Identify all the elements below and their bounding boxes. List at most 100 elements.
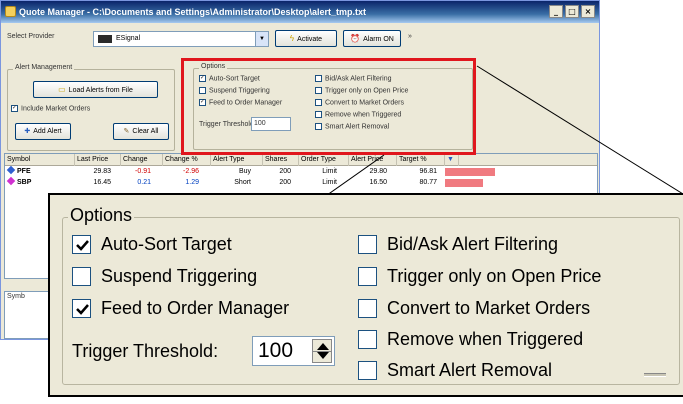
close-button[interactable]: × (581, 5, 595, 18)
options-zoom-panel: Options Auto-Sort Target Suspend Trigger… (48, 193, 683, 397)
suspend-triggering-label: Suspend Triggering (101, 266, 258, 286)
options-legend: Options (68, 205, 135, 225)
row-change-pct: 1.29 (185, 179, 199, 186)
load-alerts-label: Load Alerts from File (68, 87, 133, 94)
include-market-orders-label: Include Market Orders (21, 105, 91, 113)
target-bar (445, 168, 495, 176)
broom-icon: ✎ (123, 128, 130, 135)
spin-up-icon[interactable] (317, 343, 329, 350)
spinner-buttons[interactable] (312, 339, 332, 363)
col-header[interactable]: Symbol (5, 154, 75, 166)
auto-sort-target-checkbox[interactable]: Auto-Sort Target (72, 233, 232, 255)
window-title: Quote Manager - C:\Documents and Setting… (19, 7, 367, 17)
provider-select[interactable]: ESignal ▼ (93, 31, 269, 47)
smart-alert-removal-label: Smart Alert Removal (387, 360, 553, 380)
table-row[interactable]: PFE 29.83 -0.91 -2.96 Buy 200 Limit 29.8… (5, 165, 597, 177)
table-row[interactable]: SBP 16.45 0.21 1.29 Short 200 Limit 16.5… (5, 176, 597, 188)
provider-value: ESignal (116, 35, 141, 42)
feed-order-manager-label: Feed to Order Manager (101, 298, 290, 318)
remove-when-triggered-checkbox[interactable]: Remove when Triggered (358, 328, 583, 350)
clear-all-button[interactable]: ✎ Clear All (113, 123, 169, 140)
checkbox-box (358, 329, 377, 349)
col-header[interactable]: Change (121, 154, 163, 166)
row-shares: 200 (279, 179, 291, 186)
suspend-triggering-checkbox[interactable]: Suspend Triggering (72, 265, 257, 287)
lightning-icon: ϟ (289, 34, 295, 43)
select-provider-label: Select Provider (7, 33, 55, 40)
target-bar (445, 179, 483, 187)
row-order: Limit (322, 179, 337, 186)
sort-down-icon[interactable]: ▼ (445, 154, 459, 166)
row-alert: 16.50 (369, 179, 387, 186)
row-last: 16.45 (93, 179, 111, 186)
add-alert-button[interactable]: ✚ Add Alert (15, 123, 71, 140)
window-titlebar[interactable]: Quote Manager - C:\Documents and Setting… (1, 1, 599, 23)
trigger-threshold-label: Trigger Threshold: (72, 341, 219, 361)
remove-when-triggered-label: Remove when Triggered (387, 329, 584, 349)
highlight-box (181, 58, 476, 155)
row-type: Short (234, 179, 251, 186)
load-alerts-button[interactable]: ▭ Load Alerts from File (33, 81, 158, 98)
maximize-button[interactable]: □ (565, 5, 579, 18)
col-header[interactable]: Change % (163, 154, 211, 166)
checkbox-box (358, 298, 377, 318)
row-change: -0.91 (135, 168, 151, 175)
checkbox-box: ✓ (11, 105, 18, 112)
add-alert-label: Add Alert (33, 128, 62, 135)
checkbox-box (358, 234, 377, 254)
provider-icon (98, 35, 112, 43)
activate-button[interactable]: ϟ Activate (275, 30, 337, 47)
alert-management-legend: Alert Management (13, 64, 75, 71)
alarm-icon: ⏰ (350, 34, 361, 43)
row-change-pct: -2.96 (183, 168, 199, 175)
spin-down-icon[interactable] (317, 352, 329, 359)
col-header[interactable]: Last Price (75, 154, 121, 166)
row-shares: 200 (279, 168, 291, 175)
row-last: 29.83 (93, 168, 111, 175)
trigger-threshold-value[interactable]: 100 (258, 339, 293, 363)
row-type: Buy (238, 168, 251, 175)
alarm-button[interactable]: ⏰ Alarm ON (343, 30, 401, 47)
col-header[interactable]: Order Type (299, 154, 349, 166)
chevron-down-icon[interactable]: ▼ (255, 32, 268, 46)
clear-all-label: Clear All (132, 128, 159, 135)
table-header: Symbol Last Price Change Change % Alert … (5, 154, 597, 166)
trigger-open-price-label: Trigger only on Open Price (387, 266, 602, 286)
row-order: Limit (322, 168, 337, 175)
row-symbol: PFE (6, 165, 31, 177)
plus-icon: ✚ (24, 128, 31, 135)
col-header[interactable]: Shares (263, 154, 299, 166)
symbol-text: PFE (17, 168, 31, 175)
bid-ask-filtering-checkbox[interactable]: Bid/Ask Alert Filtering (358, 233, 558, 255)
convert-market-orders-checkbox[interactable]: Convert to Market Orders (358, 297, 590, 319)
col-header[interactable]: Target % (397, 154, 445, 166)
secondary-col-header: Symb (7, 293, 25, 300)
folder-icon: ▭ (58, 85, 66, 94)
resize-grip[interactable] (644, 373, 666, 377)
col-header[interactable]: Alert Type (211, 154, 263, 166)
smart-alert-removal-checkbox[interactable]: Smart Alert Removal (358, 359, 552, 381)
bid-ask-filtering-label: Bid/Ask Alert Filtering (387, 234, 559, 254)
minimize-button[interactable]: _ (549, 5, 563, 18)
auto-sort-target-label: Auto-Sort Target (101, 234, 232, 254)
trigger-open-price-checkbox[interactable]: Trigger only on Open Price (358, 265, 601, 287)
checkmark-icon (76, 303, 89, 315)
app-icon (5, 6, 16, 17)
checkbox-box (358, 266, 377, 286)
checkbox-box (358, 360, 377, 380)
buy-diamond-icon (6, 165, 16, 175)
trigger-threshold-spinner[interactable]: 100 (252, 336, 335, 366)
feed-order-manager-checkbox[interactable]: Feed to Order Manager (72, 297, 289, 319)
row-alert: 29.80 (369, 168, 387, 175)
checkbox-box (72, 234, 91, 254)
expand-button[interactable]: » (408, 33, 412, 40)
checkbox-box (72, 266, 91, 286)
symbol-text: SBP (17, 179, 32, 186)
col-header[interactable]: Alert Price (349, 154, 397, 166)
include-market-orders-checkbox[interactable]: ✓ Include Market Orders (11, 105, 90, 112)
row-change: 0.21 (137, 179, 151, 186)
row-symbol: SBP (6, 176, 32, 188)
convert-market-orders-label: Convert to Market Orders (387, 298, 591, 318)
row-target: 96.81 (419, 168, 437, 175)
checkbox-box (72, 298, 91, 318)
